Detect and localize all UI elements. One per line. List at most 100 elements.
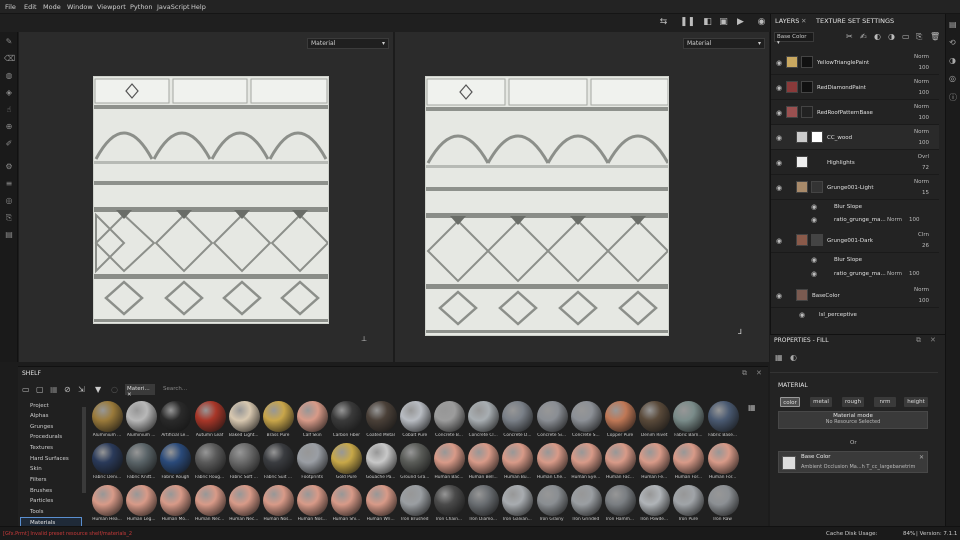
material-item[interactable]: Human Mo... (158, 485, 194, 527)
material-item[interactable]: Fabric Knitt... (124, 443, 160, 485)
eye-icon[interactable]: ◉ (776, 237, 784, 245)
material-item[interactable]: Human For... (706, 443, 742, 485)
folder-icon[interactable]: ▭ (902, 32, 910, 41)
eye-icon[interactable]: ◉ (776, 84, 784, 92)
filter-icon[interactable]: ▼ (95, 385, 101, 394)
effect-blur-slope-2[interactable]: ◉ Blur Slope (771, 254, 939, 267)
layer-opacity[interactable]: 100 (919, 115, 930, 121)
layer-opacity[interactable]: 100 (919, 140, 930, 146)
chip-nrm[interactable]: nrm (874, 397, 896, 407)
projection-icon[interactable]: ◍ (4, 71, 14, 81)
tab-texture-set-settings[interactable]: TEXTURE SET SETTINGS (816, 17, 894, 25)
eye-icon[interactable]: ◉ (811, 203, 819, 211)
close-icon[interactable]: ✕ (801, 17, 806, 25)
material-item[interactable]: Fabric Rough (158, 443, 194, 485)
close-icon[interactable]: ✕ (930, 336, 936, 344)
category-filters[interactable]: Filters (30, 477, 47, 483)
layer-cc-wood[interactable]: ◉ CC_wood Norm 100 (771, 125, 939, 150)
screenshot-icon[interactable]: ◉ (756, 17, 767, 28)
category-grunges[interactable]: Grunges (30, 424, 53, 430)
blend-mode[interactable]: Norm (914, 179, 929, 185)
category-skin[interactable]: Skin (30, 466, 42, 472)
material-item[interactable]: Iron Hamm... (603, 485, 639, 527)
layer-opacity[interactable]: 100 (909, 217, 920, 223)
camera-icon[interactable]: ◎ (949, 74, 956, 83)
menu-mode[interactable]: Mode (43, 3, 61, 11)
eye-icon[interactable]: ◉ (776, 109, 784, 117)
eye-icon[interactable]: ◉ (776, 134, 784, 142)
display-icon[interactable]: ▣ (718, 17, 729, 28)
eye-icon[interactable]: ◉ (811, 256, 819, 264)
blend-mode[interactable]: Ovrl (918, 154, 929, 160)
channel-select[interactable]: Base Color ▾ (774, 32, 814, 46)
document-icon[interactable]: ▤ (4, 230, 14, 240)
effect-lsl-perceptive[interactable]: ◉ lsl_perceptive (771, 309, 939, 322)
symmetry-icon[interactable]: ◧ (702, 17, 713, 28)
chip-metal[interactable]: metal (810, 397, 832, 407)
paint-brush-icon[interactable]: ✎ (4, 37, 14, 47)
search-input[interactable]: Search... (163, 386, 187, 392)
material-item[interactable]: Gouache Pa... (364, 443, 400, 485)
material-item[interactable]: Human Bu... (500, 443, 536, 485)
menu-python[interactable]: Python (130, 3, 153, 11)
category-hard-surfaces[interactable]: Hard Surfaces (30, 456, 69, 462)
grid-icon[interactable]: ▦ (50, 385, 58, 394)
material-item[interactable]: Ground Gra... (398, 443, 434, 485)
material-item[interactable]: Human Shi... (329, 485, 365, 527)
material-item[interactable]: Iron Raw (706, 485, 742, 527)
pause-icon[interactable]: ❚❚ (680, 17, 695, 28)
new-file-icon[interactable]: ▢ (36, 385, 44, 394)
material-item[interactable]: Fabric Barn... (671, 401, 707, 443)
material-item[interactable]: Carbon Fiber (329, 401, 365, 443)
chip-height[interactable]: height (904, 397, 928, 407)
category-scrollbar[interactable] (82, 407, 86, 493)
blend-mode[interactable]: Norm (914, 104, 929, 110)
material-item[interactable]: Human Bac... (432, 443, 468, 485)
category-alphas[interactable]: Alphas (30, 413, 49, 419)
material-item[interactable]: Human Nec... (227, 485, 263, 527)
material-item[interactable]: Iron Brushed (398, 485, 434, 527)
layer-grunge001-light[interactable]: ◉ Grunge001-Light Norm 15 (771, 175, 939, 200)
material-item[interactable]: Concrete Si... (535, 401, 571, 443)
material-item[interactable]: Iron Powde... (637, 485, 673, 527)
eye-icon[interactable]: ◉ (776, 292, 784, 300)
duplicate-icon[interactable]: ⎘ (916, 32, 922, 42)
fill-layer-icon[interactable]: ◐ (874, 32, 881, 41)
export-icon[interactable]: ⎘ (4, 213, 14, 223)
fill-tab-icon[interactable]: ▦ (775, 353, 783, 362)
material-item[interactable]: Artificial Le... (158, 401, 194, 443)
material-item[interactable]: Human Nec... (193, 485, 229, 527)
blend-mode[interactable]: Norm (914, 54, 929, 60)
mask-icon[interactable]: ◑ (888, 32, 895, 41)
material-item[interactable]: Coated Metal (364, 401, 400, 443)
material-item[interactable]: Iron Pure (671, 485, 707, 527)
layer-red-diamond-paint[interactable]: ◉ RedDiamondPaint Norm 100 (771, 75, 939, 100)
material-item[interactable]: Footprints (295, 443, 331, 485)
category-tools[interactable]: Tools (30, 509, 44, 515)
layer-red-roof-pattern-base[interactable]: ◉ RedRoofPatternBase Norm 100 (771, 100, 939, 125)
eye-icon[interactable]: ◉ (776, 184, 784, 192)
menu-edit[interactable]: Edit (24, 3, 37, 11)
layer-opacity[interactable]: 15 (922, 190, 929, 196)
category-brushes[interactable]: Brushes (30, 488, 52, 494)
material-item[interactable]: Iron Grinded (569, 485, 605, 527)
blend-mode[interactable]: Norm (914, 79, 929, 85)
info-icon[interactable]: ⓘ (949, 92, 957, 103)
category-procedurals[interactable]: Procedurals (30, 434, 62, 440)
tab-layers[interactable]: LAYERS (775, 17, 799, 25)
base-color-slot[interactable]: Base Color Ambient Occlusion Ma...h T_cc… (778, 451, 928, 473)
category-textures[interactable]: Textures (30, 445, 53, 451)
blend-mode[interactable]: Norm (914, 129, 929, 135)
bake-icon[interactable]: ◎ (4, 196, 14, 206)
layer-opacity[interactable]: 100 (909, 271, 920, 277)
material-item[interactable]: Denim Rivet (637, 401, 673, 443)
effect-blur-slope[interactable]: ◉ Blur Slope (771, 201, 939, 214)
material-item[interactable]: Fabric Deni... (90, 443, 126, 485)
popout-icon[interactable]: ⧉ (742, 369, 747, 378)
material-item[interactable]: Baked Light... (227, 401, 263, 443)
circle-icon[interactable]: ○ (111, 385, 118, 394)
material-item[interactable]: Human Hea... (90, 485, 126, 527)
material-item[interactable]: Human Fac... (603, 443, 639, 485)
viewport-2d-mode-select[interactable]: Material ▾ (683, 38, 765, 49)
material-item[interactable]: Human Nos... (261, 485, 297, 527)
